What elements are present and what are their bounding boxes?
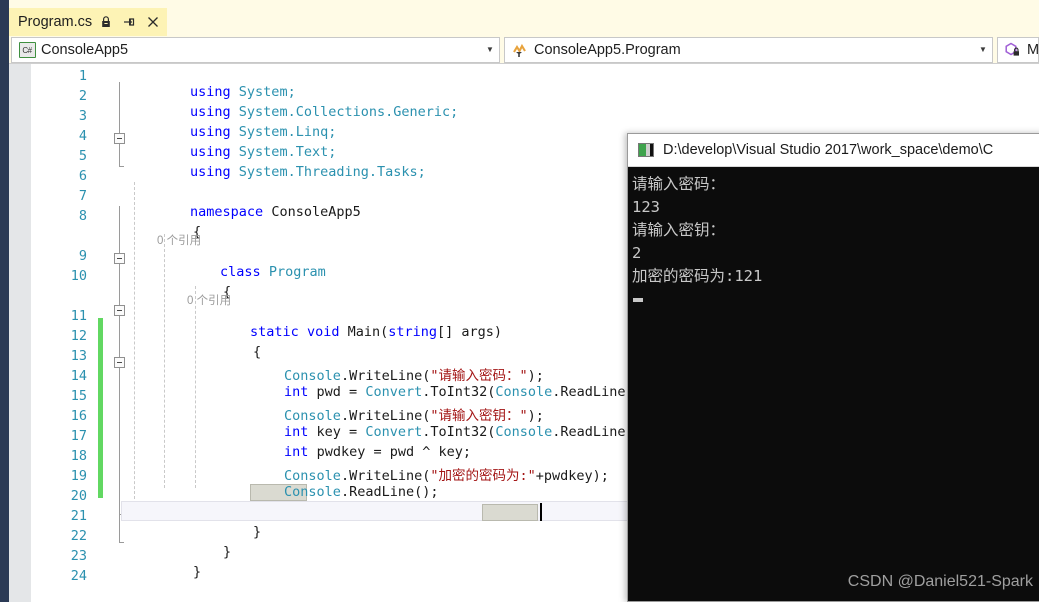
codelens-method-references[interactable]: 0 个引用 xyxy=(187,292,231,308)
line-number: 20 xyxy=(70,488,87,504)
console-title-bar[interactable]: D:\develop\Visual Studio 2017\work_space… xyxy=(628,134,1039,167)
console-output-line: 请输入密钥： xyxy=(632,221,726,239)
token-brace: } xyxy=(223,544,232,560)
left-dock-rail xyxy=(0,0,9,602)
watermark: CSDN @Daniel521-Spark xyxy=(847,573,1033,590)
member-dropdown-label: M xyxy=(1027,42,1038,58)
type-dropdown[interactable]: ConsoleApp5.Program ▼ xyxy=(504,37,993,63)
line-number: 7 xyxy=(78,188,87,204)
line-number: 15 xyxy=(70,388,87,404)
line-number: 23 xyxy=(70,548,87,564)
token-method-name: Main( xyxy=(347,324,389,340)
code-line-23[interactable]: } xyxy=(128,548,201,596)
console-window-icon xyxy=(638,143,654,157)
codelens-class-references[interactable]: 0 个引用 xyxy=(157,232,201,248)
pin-icon[interactable] xyxy=(122,14,136,30)
visual-studio-window: Program.cs C# ConsoleApp5 ▼ ConsoleApp5.… xyxy=(0,0,1039,602)
project-dropdown[interactable]: C# ConsoleApp5 ▼ xyxy=(11,37,500,63)
close-icon[interactable] xyxy=(146,14,160,30)
token-member: .ReadLine(); xyxy=(340,484,439,500)
token-identifier-highlighted: pwdkey xyxy=(543,468,593,484)
line-number: 22 xyxy=(70,528,87,544)
console-output-line: 加密的密码为:121 xyxy=(632,267,763,285)
token-class: Console xyxy=(495,424,553,440)
token-brace: } xyxy=(253,524,262,540)
navigation-bar: C# ConsoleApp5 ▼ ConsoleApp5.Program ▼ M xyxy=(9,36,1039,64)
chevron-down-icon[interactable]: ▼ xyxy=(481,46,499,54)
console-window[interactable]: D:\develop\Visual Studio 2017\work_space… xyxy=(627,133,1039,602)
method-private-icon xyxy=(1004,42,1022,58)
line-number: 17 xyxy=(70,428,87,444)
class-icon xyxy=(511,42,529,58)
document-tab-strip: Program.cs xyxy=(9,0,1039,37)
csharp-project-icon: C# xyxy=(18,42,36,58)
type-dropdown-label: ConsoleApp5.Program xyxy=(534,42,681,58)
line-number: 10 xyxy=(70,268,87,284)
token-brace: } xyxy=(193,564,202,580)
line-number: 1 xyxy=(78,68,87,84)
token-classname: Program xyxy=(268,264,326,280)
line-number: 24 xyxy=(70,568,87,584)
line-number: 16 xyxy=(70,408,87,424)
token-namespace: System.Threading.Tasks; xyxy=(230,164,426,180)
token-punct: ); xyxy=(592,468,609,484)
line-number: 14 xyxy=(70,368,87,384)
line-number: 5 xyxy=(78,148,87,164)
console-output-area[interactable]: 请输入密码： 123 请输入密钥： 2 加密的密码为:121 CSDN @Dan… xyxy=(628,167,1039,601)
line-number: 3 xyxy=(78,108,87,124)
console-title-text: D:\develop\Visual Studio 2017\work_space… xyxy=(663,142,994,158)
line-number: 12 xyxy=(70,328,87,344)
token-operator: + xyxy=(535,468,544,484)
line-number: 19 xyxy=(70,468,87,484)
token-keyword: string xyxy=(388,324,438,340)
token-keyword: void xyxy=(306,324,340,340)
token-identifier: ConsoleApp5 xyxy=(263,204,361,220)
member-dropdown[interactable]: M xyxy=(997,37,1039,63)
project-dropdown-label: ConsoleApp5 xyxy=(41,42,129,58)
line-number: 13 xyxy=(70,348,87,364)
token-string: "加密的密码为:" xyxy=(430,468,536,484)
line-number: 21 xyxy=(70,508,87,524)
line-number: 6 xyxy=(78,168,87,184)
chevron-down-icon[interactable]: ▼ xyxy=(974,46,992,54)
line-number: 9 xyxy=(78,248,87,264)
console-output-line: 请输入密码： xyxy=(632,175,726,193)
line-number: 2 xyxy=(78,88,87,104)
console-output-line: 2 xyxy=(632,244,642,262)
line-number: 11 xyxy=(70,308,87,324)
console-output-line: 123 xyxy=(632,198,660,216)
tab-label: Program.cs xyxy=(18,14,93,30)
line-number: 8 xyxy=(78,208,87,224)
lock-icon[interactable] xyxy=(99,14,113,30)
token-class: Console xyxy=(284,484,341,500)
token-params: [] args) xyxy=(437,324,503,340)
token-keyword: using xyxy=(190,164,231,180)
console-caret xyxy=(633,298,643,302)
line-number: 18 xyxy=(70,448,87,464)
line-number: 4 xyxy=(78,128,87,144)
tab-program-cs[interactable]: Program.cs xyxy=(9,8,168,36)
